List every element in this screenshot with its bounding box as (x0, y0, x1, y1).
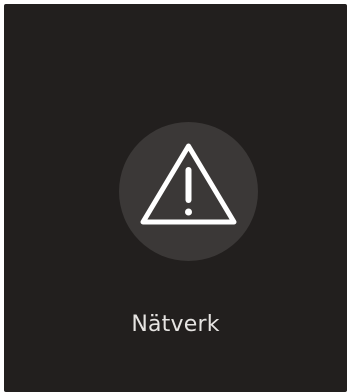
network-tile[interactable]: Nätverk (4, 4, 347, 392)
warning-triangle-icon (140, 143, 237, 225)
warning-icon-badge (119, 122, 258, 261)
tile-label: Nätverk (131, 312, 220, 337)
